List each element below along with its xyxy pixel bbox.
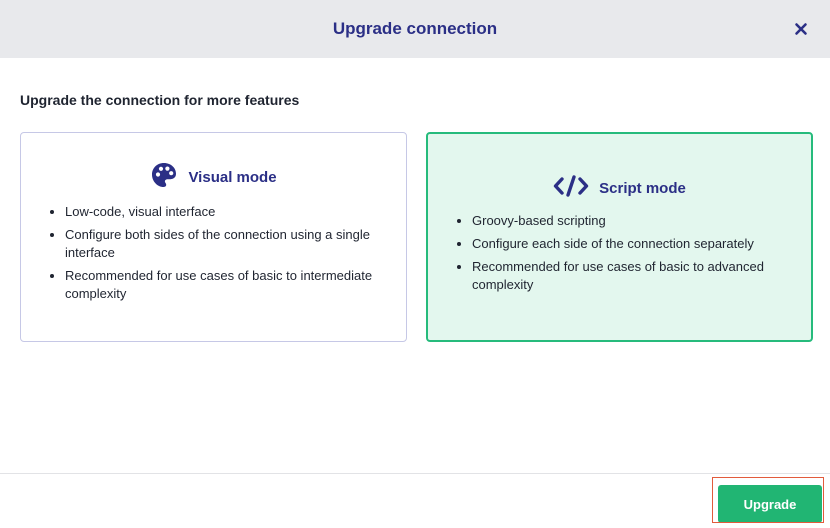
dialog-title: Upgrade connection: [332, 19, 498, 38]
close-icon: [795, 23, 807, 35]
script-mode-header: Script mode: [428, 175, 811, 202]
list-item: Groovy-based scripting: [472, 212, 797, 230]
script-mode-feature-list: Groovy-based scripting Configure each si…: [428, 212, 811, 299]
script-mode-card[interactable]: Script mode Groovy-based scripting Confi…: [426, 132, 813, 342]
upgrade-connection-dialog: Upgrade connection Upgrade the connectio…: [0, 0, 830, 528]
code-icon: [553, 175, 589, 202]
palette-icon: [150, 161, 178, 194]
list-item: Recommended for use cases of basic to in…: [65, 267, 392, 303]
visual-mode-header: Visual mode: [21, 161, 406, 194]
list-item: Configure each side of the connection se…: [472, 235, 797, 253]
list-item: Low-code, visual interface: [65, 203, 392, 221]
footer-divider: [0, 473, 830, 474]
dialog-header: Upgrade connection: [0, 0, 830, 58]
upgrade-button[interactable]: Upgrade: [718, 485, 822, 523]
visual-mode-feature-list: Low-code, visual interface Configure bot…: [21, 203, 406, 308]
dialog-subtitle: Upgrade the connection for more features: [20, 92, 300, 108]
script-mode-title: Script mode: [599, 180, 686, 197]
close-button[interactable]: [792, 20, 810, 38]
visual-mode-card[interactable]: Visual mode Low-code, visual interface C…: [20, 132, 407, 342]
list-item: Configure both sides of the connection u…: [65, 226, 392, 262]
list-item: Recommended for use cases of basic to ad…: [472, 258, 797, 294]
visual-mode-title: Visual mode: [188, 169, 277, 186]
